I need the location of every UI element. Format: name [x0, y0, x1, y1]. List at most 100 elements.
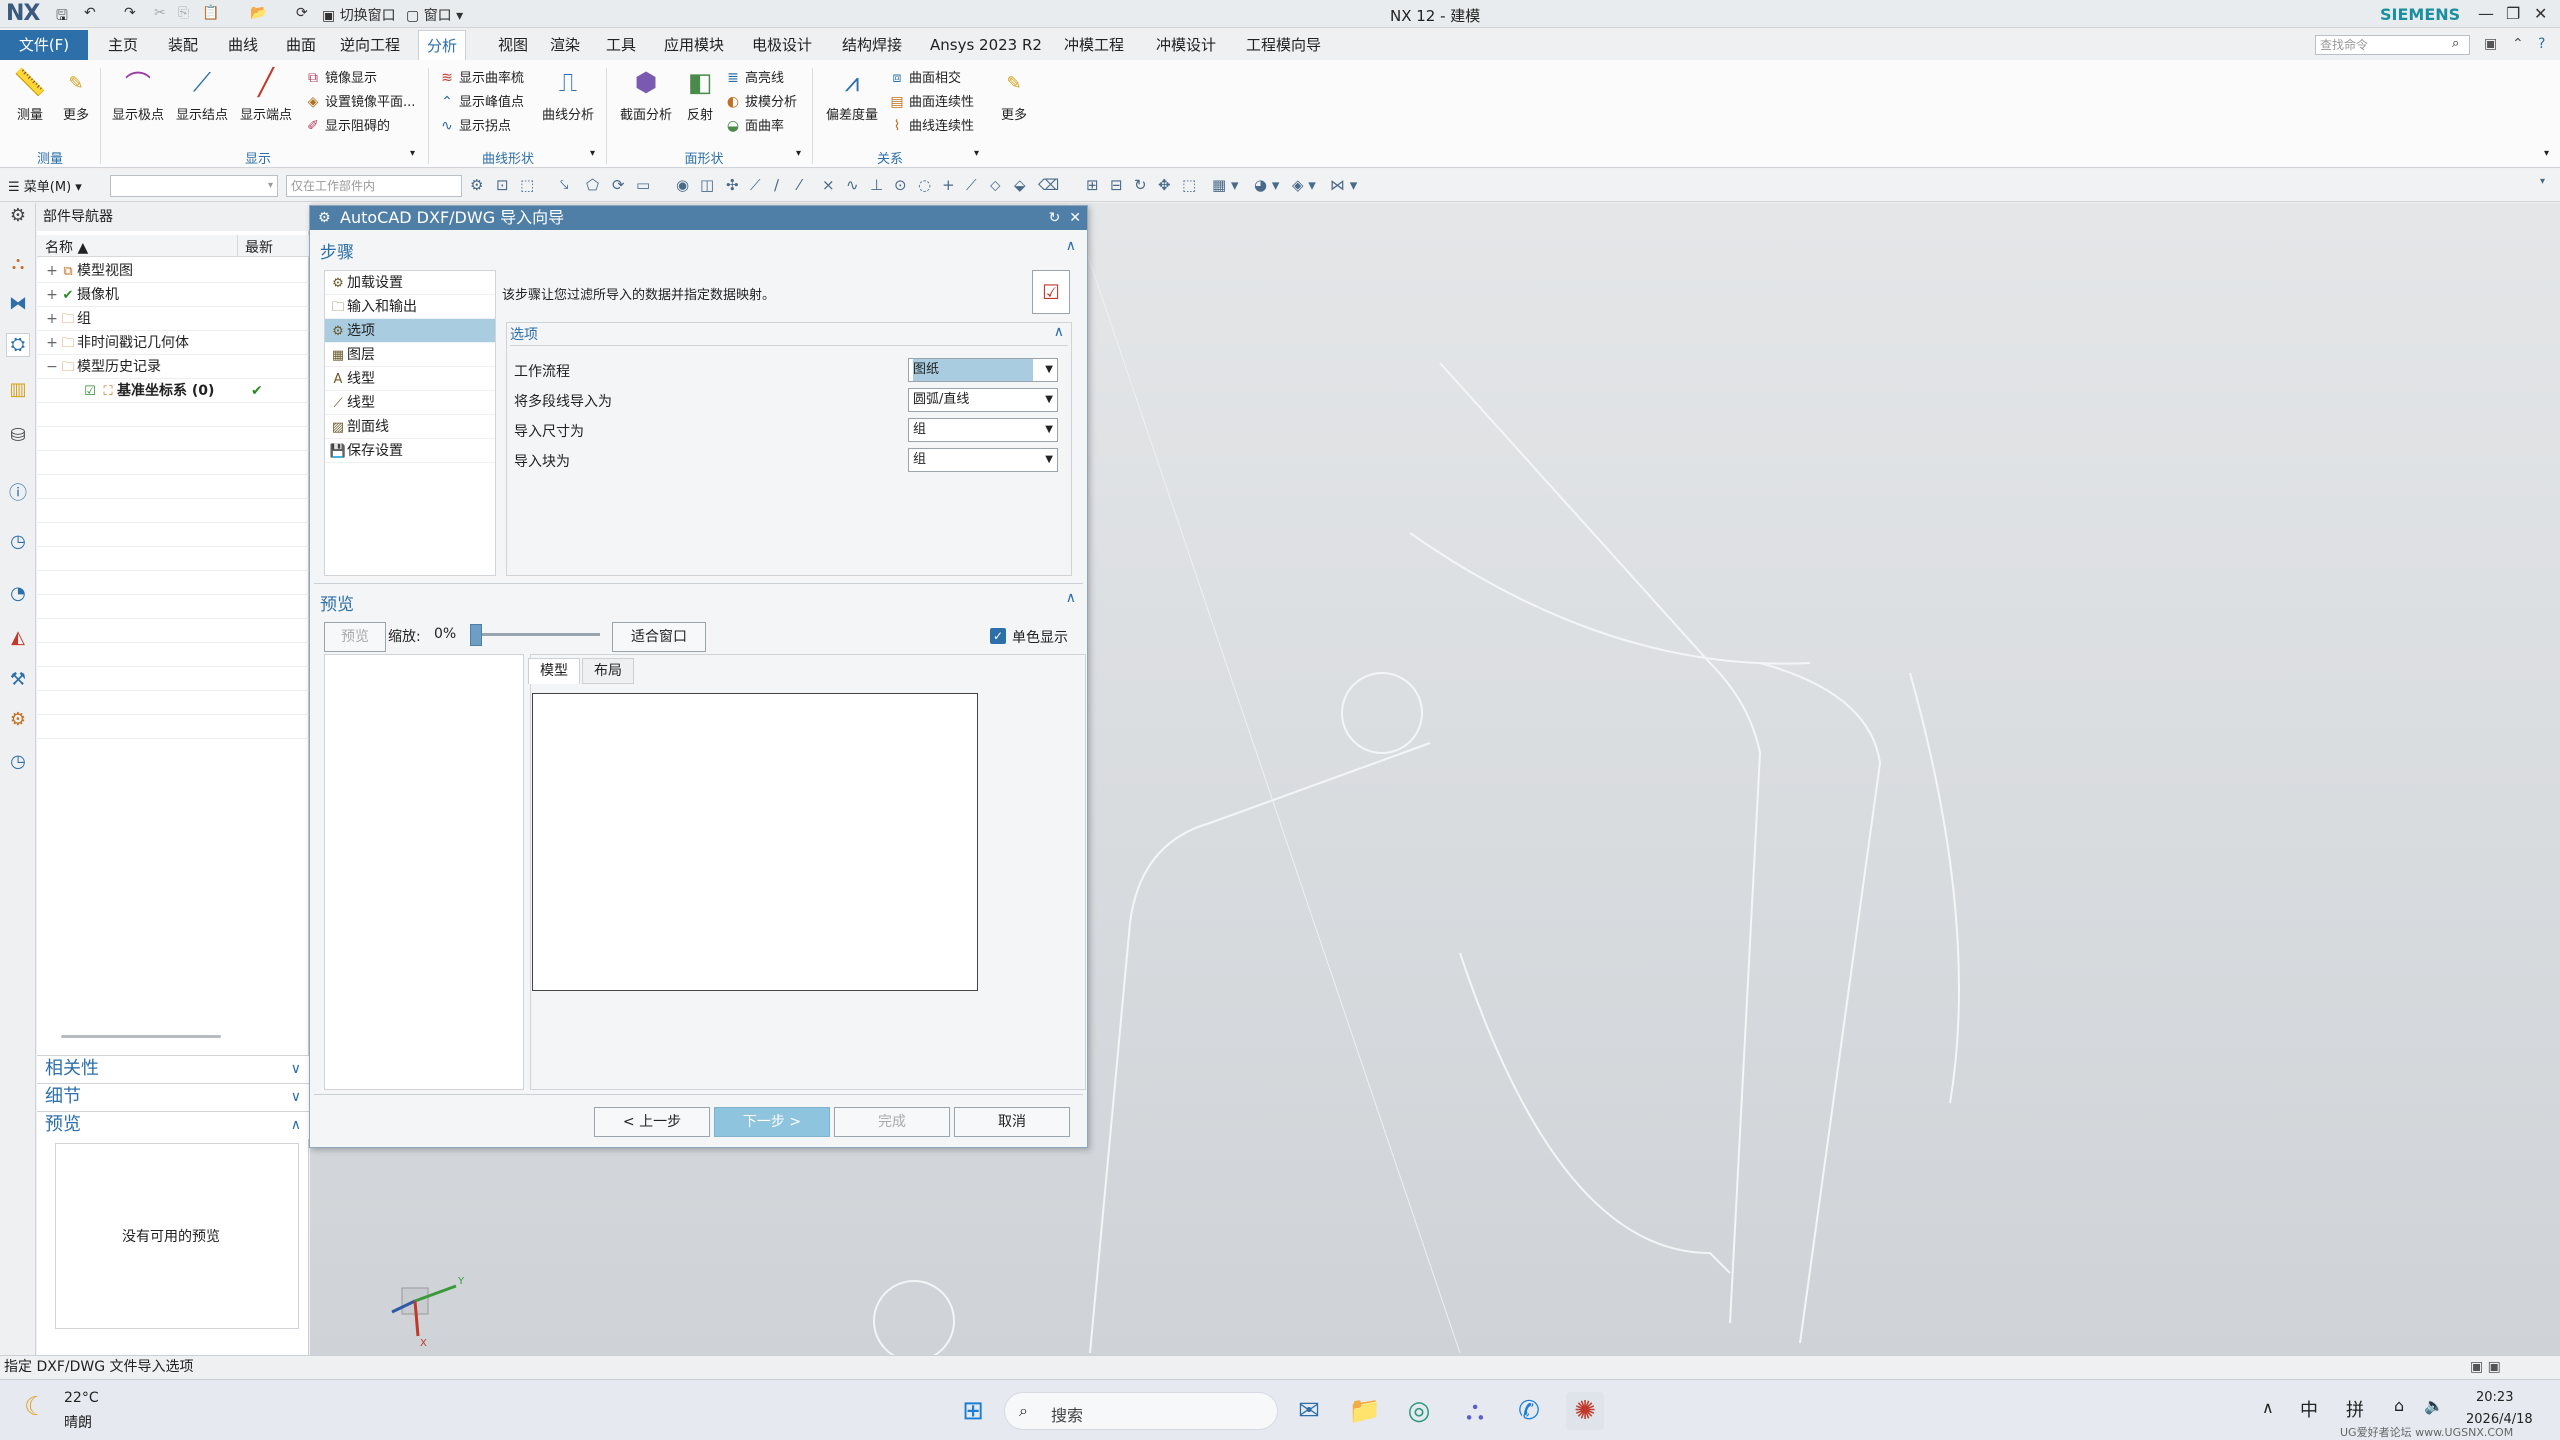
expand-toggle[interactable]: + — [45, 259, 59, 283]
shaded-icon[interactable]: ◈ ▾ — [1292, 176, 1316, 194]
visibility-checkbox[interactable]: ☑ — [81, 380, 99, 404]
tree-row[interactable] — [37, 691, 309, 715]
option-select[interactable]: 圆弧/直线 ▼ — [908, 388, 1058, 412]
face-shape-dropdown-icon[interactable]: ▾ — [796, 148, 801, 159]
clock-time[interactable]: 20:23 — [2476, 1390, 2513, 1405]
tree-row[interactable]: + ⧉ 模型视图 — [37, 259, 309, 283]
tree-row[interactable] — [37, 619, 309, 643]
menu-tab[interactable]: Ansys 2023 R2 — [922, 30, 1050, 60]
redo-icon[interactable]: ↷ — [124, 5, 136, 21]
preview-button[interactable]: 预览 — [324, 622, 386, 652]
clear-icon[interactable]: ⌫ — [1038, 176, 1059, 194]
ribbon-options-icon[interactable]: ▣ — [2484, 36, 2497, 52]
tree-row[interactable] — [37, 451, 309, 475]
face-snap-icon[interactable]: ⬦ — [990, 176, 1001, 194]
help-icon[interactable]: ? — [2538, 36, 2545, 52]
point-icon[interactable]: + — [942, 176, 955, 194]
next-button[interactable]: 下一步 > — [714, 1107, 830, 1137]
relation-dropdown-icon[interactable]: ▾ — [974, 148, 979, 159]
wizard-step[interactable]: 🗀 输入和输出 — [325, 295, 495, 319]
show-poles-button[interactable]: ⌒ 显示极点 — [108, 66, 168, 124]
history-icon[interactable]: ◷ — [6, 531, 30, 555]
wizard-step[interactable]: ▨ 剖面线 — [325, 415, 495, 439]
show-endpoints-button[interactable]: ╱ 显示端点 — [236, 66, 296, 123]
scope-filter-select[interactable]: 仅在工作部件内 — [286, 175, 462, 197]
open-icon[interactable]: 📂 — [250, 5, 267, 21]
monochrome-checkbox[interactable]: ✓ — [990, 628, 1006, 644]
display-group-dropdown-icon[interactable]: ▾ — [410, 148, 415, 159]
tree-row[interactable]: − 🗀 模型历史记录 — [37, 355, 309, 379]
status-icon[interactable]: ▣ ▣ — [2470, 1356, 2501, 1378]
zoom-slider-thumb[interactable] — [470, 624, 482, 646]
wizard-step[interactable]: ⚙ 选项 — [325, 319, 495, 343]
eye-icon[interactable]: ◉ — [676, 176, 689, 194]
lasso-icon[interactable]: ⟳ — [612, 176, 625, 194]
expand-toggle[interactable]: − — [45, 355, 59, 379]
column-latest[interactable]: 最新 — [245, 237, 273, 257]
tab-layout[interactable]: 布局 — [582, 658, 634, 684]
paste-icon[interactable]: 📋 — [202, 5, 219, 21]
wizard-step[interactable]: ⚙ 加载设置 — [325, 271, 495, 295]
wizard-step[interactable]: A 线型 — [325, 367, 495, 391]
orient-icon[interactable]: ⬚ — [1182, 176, 1196, 194]
cube-view-icon[interactable]: ◫ — [700, 176, 714, 194]
wizard-step[interactable]: ⟋ 线型 — [325, 391, 495, 415]
main-menu-button[interactable]: ☰ 菜单(M) ▾ — [8, 176, 82, 195]
tree-row[interactable] — [37, 571, 309, 595]
curve-shape-dropdown-icon[interactable]: ▾ — [590, 148, 595, 159]
taskbar-search-box[interactable]: ⌕ 搜索 — [1004, 1392, 1278, 1430]
surface-continuity-button[interactable]: ▤ 曲面连续性 — [888, 90, 974, 114]
menu-tab[interactable]: 应用模块 — [656, 30, 732, 60]
file-explorer-icon[interactable]: 📁 — [1346, 1392, 1384, 1430]
center-snap-icon[interactable]: ⊙ — [894, 176, 907, 194]
toolbar-expand-icon[interactable]: ▾ — [2540, 176, 2545, 187]
show-damped-button[interactable]: ✐ 显示阻碍的 — [304, 114, 415, 138]
assembly-navigator-icon[interactable]: ⛬ — [6, 253, 30, 277]
tree-row[interactable] — [37, 595, 309, 619]
menu-tab[interactable]: 装配 — [160, 30, 206, 60]
web-browser-icon[interactable]: ⓘ — [6, 479, 30, 504]
tree-row[interactable] — [37, 475, 309, 499]
menu-tab[interactable]: 工程模向导 — [1238, 30, 1329, 60]
ime-pinyin[interactable]: 拼 — [2346, 1396, 2364, 1422]
menu-tab[interactable]: 逆向工程 — [332, 30, 408, 60]
zoom-icon[interactable]: ⊟ — [1110, 176, 1123, 194]
peak-points-button[interactable]: ⌃ 显示峰值点 — [438, 90, 524, 114]
menu-tab[interactable]: 电极设计 — [744, 30, 820, 60]
tree-row[interactable]: ☑ ⛶ 基准坐标系 (0) ✔ — [37, 379, 309, 403]
options-section-header[interactable]: 选项 ∧ — [510, 324, 1068, 346]
curve-snap-icon[interactable]: ∿ — [846, 176, 859, 194]
view-fit-icon[interactable]: ⊞ — [1086, 176, 1099, 194]
tree-row[interactable] — [37, 403, 309, 427]
filter-icon[interactable]: ⚙ — [470, 176, 483, 194]
section-details[interactable]: 细节 ∨ — [37, 1083, 309, 1111]
reflection-button[interactable]: ◧ 反射 — [680, 66, 720, 123]
preview-section-header[interactable]: 预览 ∧ — [320, 590, 1080, 615]
volume-icon[interactable]: 🔈 — [2424, 1396, 2444, 1415]
menu-tab[interactable]: 渲染 — [542, 30, 588, 60]
deviation-gauge-button[interactable]: ⩘ 偏差度量 — [820, 66, 884, 124]
teams-icon[interactable]: ⛬ — [1456, 1392, 1494, 1430]
wizard-step[interactable]: 💾保存设置 — [325, 439, 495, 463]
tree-row[interactable]: + ✔ 摄像机 — [37, 283, 309, 307]
measure-more-button[interactable]: ✎ 更多 — [56, 66, 96, 124]
menu-tab[interactable]: 曲面 — [278, 30, 324, 60]
view-triad-icon[interactable]: ⋈ ▾ — [1330, 176, 1357, 194]
messenger-icon[interactable]: ✆ — [1510, 1392, 1548, 1430]
menu-tab[interactable]: 视图 — [490, 30, 536, 60]
tree-row[interactable] — [37, 499, 309, 523]
ribbon-expand-icon[interactable]: ▾ — [2544, 148, 2549, 159]
settings-icon[interactable]: ⚙ — [6, 205, 30, 229]
endpoint-snap-icon[interactable]: ⟋ — [750, 176, 761, 194]
move-icon[interactable]: ✣ — [726, 176, 739, 194]
tree-row[interactable]: + 🗀 组 — [37, 307, 309, 331]
windows-start-icon[interactable]: ⊞ — [954, 1392, 992, 1430]
switch-window-button[interactable]: ▣ 切换窗口 — [322, 5, 396, 25]
outlook-icon[interactable]: ✉ — [1290, 1392, 1328, 1430]
surface-intersect-button[interactable]: ⧈ 曲面相交 — [888, 66, 974, 90]
tray-chevron-icon[interactable]: ∧ — [2262, 1398, 2274, 1417]
quadrant-icon[interactable]: ◌ — [918, 176, 931, 194]
menu-tab[interactable]: 冲模设计 — [1148, 30, 1224, 60]
option-select[interactable]: 组 ▼ — [908, 418, 1058, 442]
window-menu-button[interactable]: ▢ 窗口 ▾ — [406, 5, 463, 25]
